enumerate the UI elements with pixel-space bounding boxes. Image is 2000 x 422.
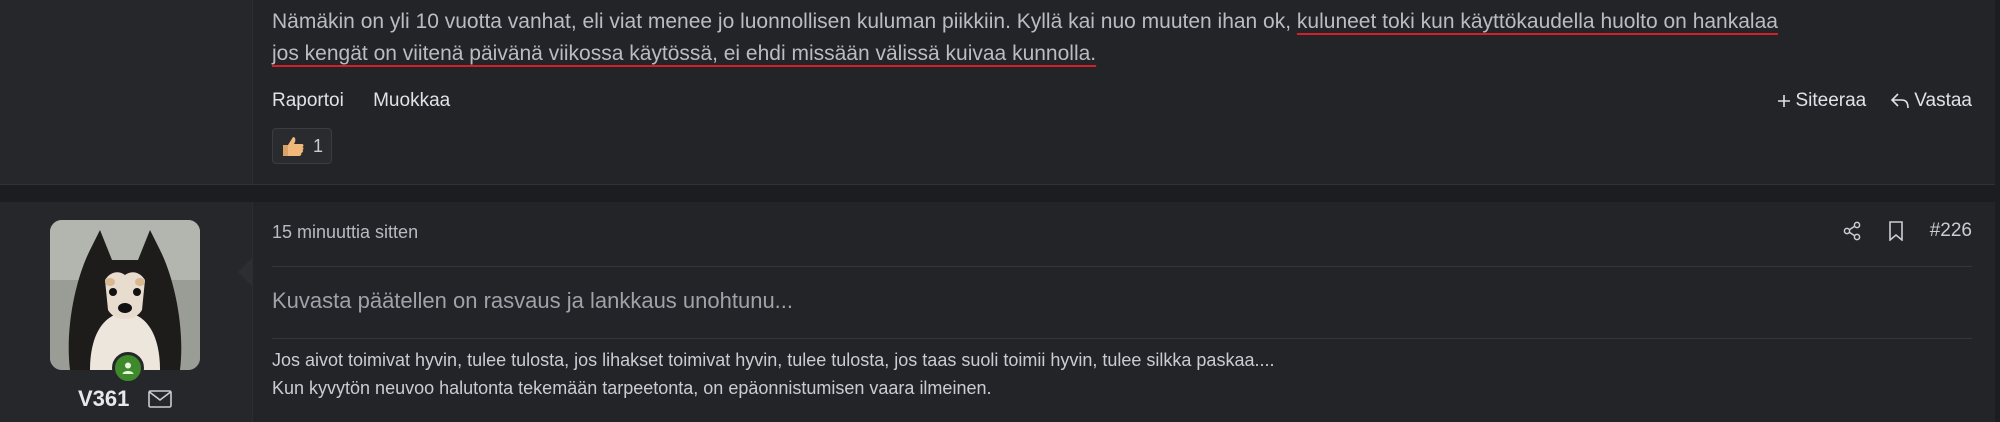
mail-icon[interactable] (148, 390, 172, 408)
previous-post: Nämäkin on yli 10 vuotta vanhat, eli via… (0, 0, 1995, 185)
share-icon[interactable] (1842, 221, 1862, 241)
report-link[interactable]: Raportoi (272, 90, 344, 111)
header-divider (272, 266, 1972, 267)
dog-avatar-image (50, 220, 200, 370)
thumbs-up-icon (283, 137, 304, 156)
previous-post-message: Nämäkin on yli 10 vuotta vanhat, eli via… (272, 6, 1972, 70)
quote-label: Siteeraa (1795, 90, 1867, 111)
signature-line: Jos aivot toimivat hyvin, tulee tulosta,… (272, 350, 1275, 370)
reply-label: Vastaa (1914, 90, 1972, 111)
post-user-column: V361 (0, 202, 253, 422)
bookmark-icon[interactable] (1888, 221, 1904, 241)
edit-link[interactable]: Muokkaa (373, 90, 450, 111)
message-text: Nämäkin on yli 10 vuotta vanhat, eli via… (272, 10, 1297, 33)
avatar[interactable] (50, 220, 200, 370)
quote-button[interactable]: Siteeraa (1777, 90, 1866, 112)
post-timestamp[interactable]: 15 minuuttia sitten (272, 222, 418, 242)
reply-icon (1891, 93, 1910, 109)
signature-line: Kun kyvytön neuvoo halutonta tekemään ta… (272, 378, 992, 398)
message-underlined-text-2: jos kengät on viitenä päivänä viikossa k… (272, 42, 1097, 65)
post-header: 15 minuuttia sitten #226 (272, 220, 1972, 252)
reaction-count: 1 (313, 135, 324, 156)
post: V361 15 minuuttia sitten #226 Kuvasta pä… (0, 202, 1995, 422)
signature-divider (272, 338, 1972, 339)
reaction-badge[interactable]: 1 (272, 128, 333, 164)
previous-post-user-column (0, 0, 253, 184)
online-status-icon (112, 352, 144, 384)
username[interactable]: V361 (78, 386, 129, 412)
reply-button[interactable]: Vastaa (1890, 90, 1972, 112)
signature: Jos aivot toimivat hyvin, tulee tulosta,… (272, 346, 1972, 402)
post-number-link[interactable]: #226 (1930, 220, 1972, 242)
message-underlined-text-1: kuluneet toki kun käyttökaudella huolto … (1296, 10, 1778, 33)
post-message: Kuvasta päätellen on rasvaus ja lankkaus… (272, 288, 794, 313)
plus-icon (1778, 95, 1791, 107)
post-actions: Raportoi Muokkaa Siteeraa Vastaa (272, 90, 1972, 120)
post-pointer-arrow (238, 258, 252, 286)
